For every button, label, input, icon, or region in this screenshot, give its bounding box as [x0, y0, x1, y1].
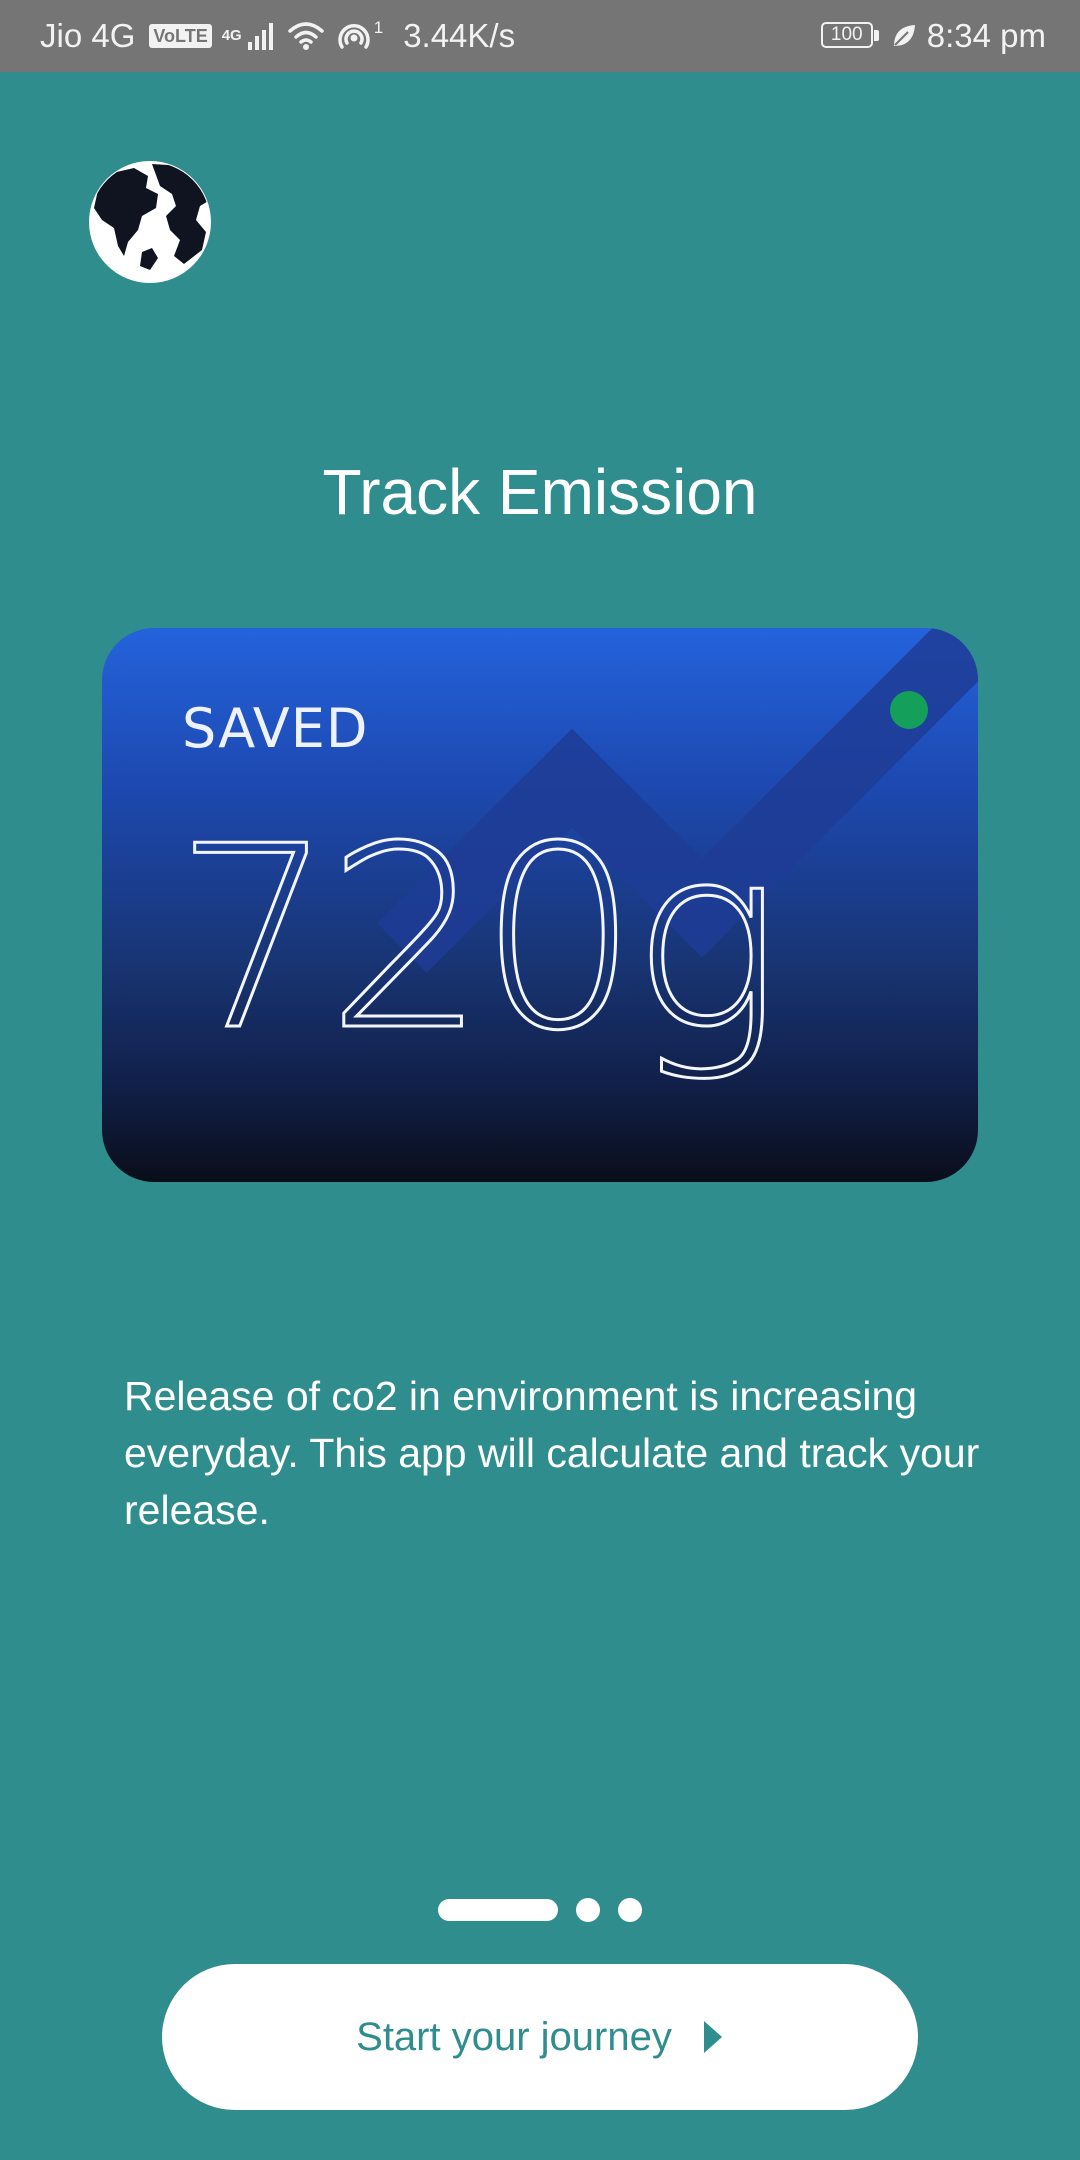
carrier-label: Jio 4G	[40, 17, 136, 54]
network-type-text: 4G	[221, 27, 242, 44]
saved-card: SAVED 720g	[102, 628, 978, 1182]
battery-tip	[873, 30, 879, 41]
hotspot-count: 1	[373, 18, 384, 37]
clock: 8:34 pm	[926, 17, 1046, 54]
battery-level: 100	[820, 22, 873, 48]
description-text: Release of co2 in environment is increas…	[124, 1373, 980, 1533]
page-indicator-active	[438, 1899, 558, 1921]
hotspot-icon	[338, 24, 370, 49]
status-bar: Jio 4G VoLTE 4G 1 3.44K/s 100 8:34 pm	[0, 0, 1080, 72]
page-indicator	[438, 1898, 642, 1922]
play-arrow-icon	[703, 2021, 722, 2053]
signal-icon	[247, 23, 273, 50]
hotspot: 1	[334, 19, 383, 53]
page-indicator-dot	[576, 1898, 600, 1922]
status-left: Jio 4G VoLTE 4G 1 3.44K/s	[40, 0, 515, 72]
status-right: 100 8:34 pm	[820, 0, 1046, 72]
leaf-icon	[893, 25, 915, 46]
saved-label: SAVED	[182, 697, 369, 760]
page-title: Track Emission	[322, 456, 758, 528]
page-indicator-dot	[618, 1898, 642, 1922]
start-journey-button[interactable]: Start your journey	[162, 1964, 918, 2110]
start-journey-label: Start your journey	[356, 2014, 672, 2059]
globe-icon	[89, 161, 211, 283]
volte-badge: VoLTE	[149, 24, 212, 48]
network-type-label: 4G	[221, 27, 242, 44]
wifi-icon	[287, 22, 324, 50]
battery-icon: 100	[820, 22, 881, 50]
saved-value: 720g	[172, 793, 783, 1086]
network-speed: 3.44K/s	[403, 17, 516, 54]
status-dot	[890, 691, 928, 729]
